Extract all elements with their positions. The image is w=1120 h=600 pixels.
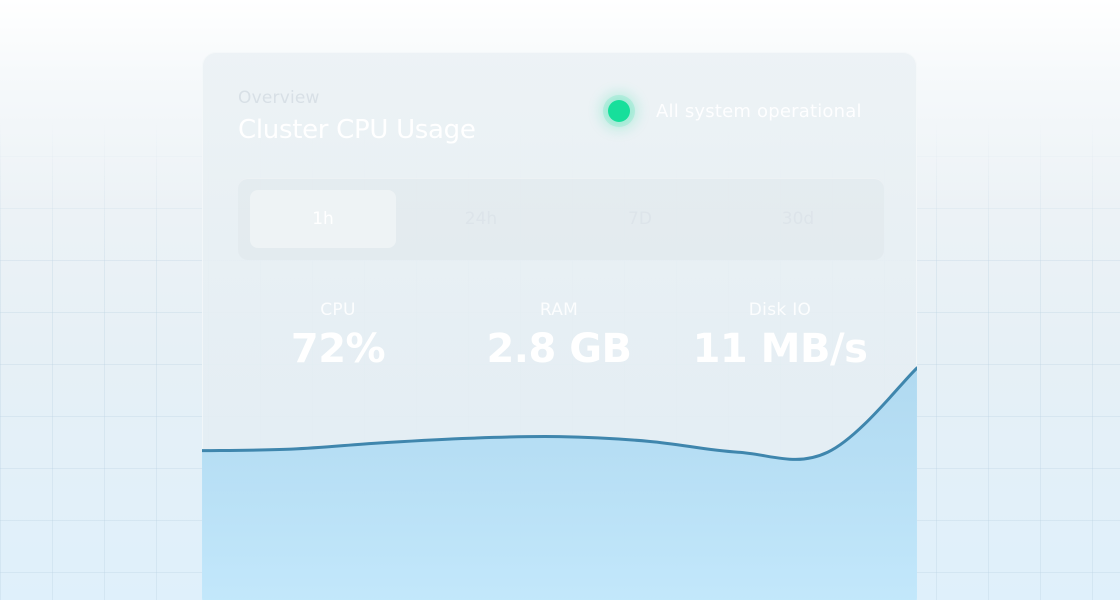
range-1h-button[interactable]: 1h bbox=[250, 190, 396, 248]
system-status: All system operational bbox=[602, 100, 862, 122]
status-indicator-icon bbox=[608, 100, 630, 122]
cpu-usage-card: Overview Cluster CPU Usage All system op… bbox=[202, 52, 917, 600]
range-30d-button[interactable]: 30d bbox=[725, 190, 871, 248]
overview-label: Overview bbox=[238, 88, 320, 108]
stat-ram-value: 2.8 GB bbox=[486, 326, 632, 372]
stat-cpu-label: CPU bbox=[320, 300, 356, 320]
status-text: All system operational bbox=[656, 100, 862, 122]
stat-ram-label: RAM bbox=[539, 300, 579, 320]
stat-disk-io-value: 11 MB/s bbox=[692, 326, 868, 372]
time-range-selector: 1h 24h 7D 30d bbox=[238, 178, 884, 260]
stat-disk-io-label: Disk IO bbox=[748, 300, 812, 320]
range-24h-button[interactable]: 24h bbox=[408, 190, 554, 248]
stat-cpu: CPU 72% bbox=[238, 300, 438, 372]
range-7d-button[interactable]: 7D bbox=[567, 190, 713, 248]
stat-cpu-value: 72% bbox=[290, 326, 386, 372]
stat-ram: RAM 2.8 GB bbox=[459, 300, 659, 372]
stat-disk-io: Disk IO 11 MB/s bbox=[680, 300, 880, 372]
chart-area-fill bbox=[202, 368, 917, 600]
page-title: Cluster CPU Usage bbox=[238, 115, 476, 145]
